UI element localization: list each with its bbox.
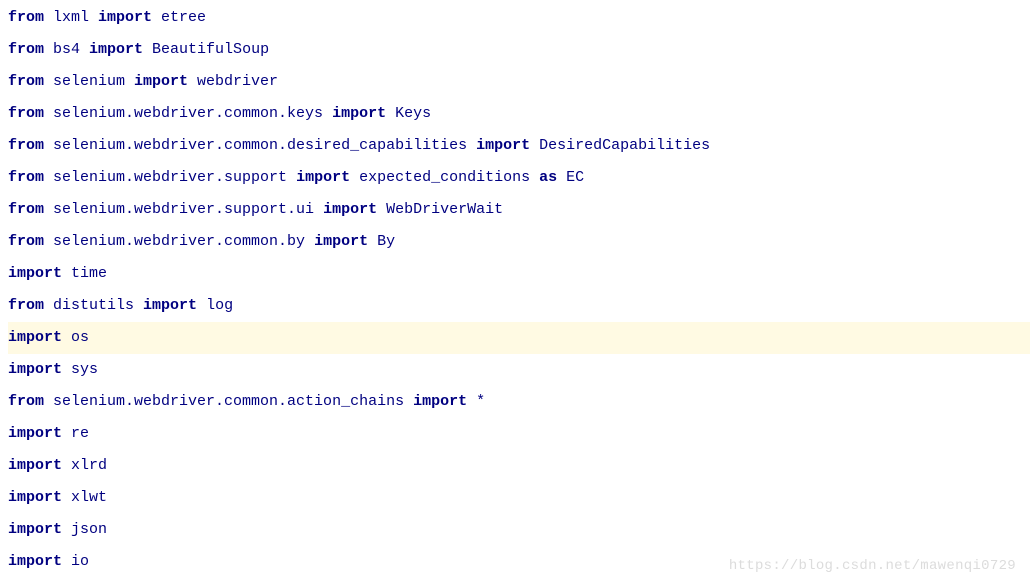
code-text: selenium.webdriver.common.keys <box>44 105 332 122</box>
code-line: import os <box>8 322 1030 354</box>
code-line: from selenium.webdriver.support.ui impor… <box>8 194 1030 226</box>
code-line: import sys <box>8 354 1030 386</box>
code-keyword: import <box>8 265 62 282</box>
code-text: lxml <box>44 9 98 26</box>
code-line: import xlwt <box>8 482 1030 514</box>
code-line: from selenium import webdriver <box>8 66 1030 98</box>
code-keyword: as <box>539 169 557 186</box>
code-line: from bs4 import BeautifulSoup <box>8 34 1030 66</box>
code-line: import xlrd <box>8 450 1030 482</box>
code-text: time <box>62 265 107 282</box>
code-keyword: import <box>8 425 62 442</box>
code-text: BeautifulSoup <box>143 41 269 58</box>
code-keyword: import <box>89 41 143 58</box>
code-keyword: import <box>332 105 386 122</box>
code-keyword: import <box>143 297 197 314</box>
code-keyword: import <box>98 9 152 26</box>
code-keyword: from <box>8 297 44 314</box>
code-keyword: from <box>8 233 44 250</box>
code-text: distutils <box>44 297 143 314</box>
code-keyword: import <box>323 201 377 218</box>
code-text: etree <box>152 9 206 26</box>
code-text: log <box>197 297 233 314</box>
code-keyword: import <box>8 521 62 538</box>
code-keyword: import <box>8 457 62 474</box>
code-text: selenium.webdriver.support <box>44 169 296 186</box>
code-text: expected_conditions <box>350 169 539 186</box>
code-line: import re <box>8 418 1030 450</box>
code-line: from lxml import etree <box>8 2 1030 34</box>
code-text: os <box>62 329 89 346</box>
code-text: bs4 <box>44 41 89 58</box>
code-text: * <box>467 393 485 410</box>
code-line: from selenium.webdriver.support import e… <box>8 162 1030 194</box>
code-keyword: import <box>8 553 62 570</box>
code-text: selenium.webdriver.common.by <box>44 233 314 250</box>
code-text: By <box>368 233 395 250</box>
code-text: selenium.webdriver.common.action_chains <box>44 393 413 410</box>
code-keyword: from <box>8 201 44 218</box>
code-text: xlrd <box>62 457 107 474</box>
code-text: re <box>62 425 89 442</box>
code-keyword: import <box>413 393 467 410</box>
code-keyword: from <box>8 105 44 122</box>
code-keyword: import <box>8 329 62 346</box>
code-line: import time <box>8 258 1030 290</box>
code-keyword: import <box>134 73 188 90</box>
code-keyword: import <box>314 233 368 250</box>
code-keyword: import <box>8 489 62 506</box>
code-line: from selenium.webdriver.common.desired_c… <box>8 130 1030 162</box>
code-keyword: from <box>8 393 44 410</box>
code-line: import json <box>8 514 1030 546</box>
watermark-text: https://blog.csdn.net/mawenqi0729 <box>729 550 1016 582</box>
code-text: selenium <box>44 73 134 90</box>
code-keyword: import <box>476 137 530 154</box>
code-line: from selenium.webdriver.common.keys impo… <box>8 98 1030 130</box>
code-text: WebDriverWait <box>377 201 503 218</box>
code-keyword: import <box>8 361 62 378</box>
code-text: webdriver <box>188 73 278 90</box>
code-text: xlwt <box>62 489 107 506</box>
code-text: selenium.webdriver.common.desired_capabi… <box>44 137 476 154</box>
code-keyword: import <box>296 169 350 186</box>
code-keyword: from <box>8 137 44 154</box>
code-keyword: from <box>8 73 44 90</box>
code-keyword: from <box>8 169 44 186</box>
code-line: from distutils import log <box>8 290 1030 322</box>
code-keyword: from <box>8 9 44 26</box>
code-text: Keys <box>386 105 431 122</box>
code-text: io <box>62 553 89 570</box>
code-block: from lxml import etreefrom bs4 import Be… <box>0 0 1030 578</box>
code-text: sys <box>62 361 98 378</box>
code-line: from selenium.webdriver.common.action_ch… <box>8 386 1030 418</box>
code-text: EC <box>557 169 584 186</box>
code-line: from selenium.webdriver.common.by import… <box>8 226 1030 258</box>
code-keyword: from <box>8 41 44 58</box>
code-text: selenium.webdriver.support.ui <box>44 201 323 218</box>
code-text: DesiredCapabilities <box>530 137 710 154</box>
code-text: json <box>62 521 107 538</box>
